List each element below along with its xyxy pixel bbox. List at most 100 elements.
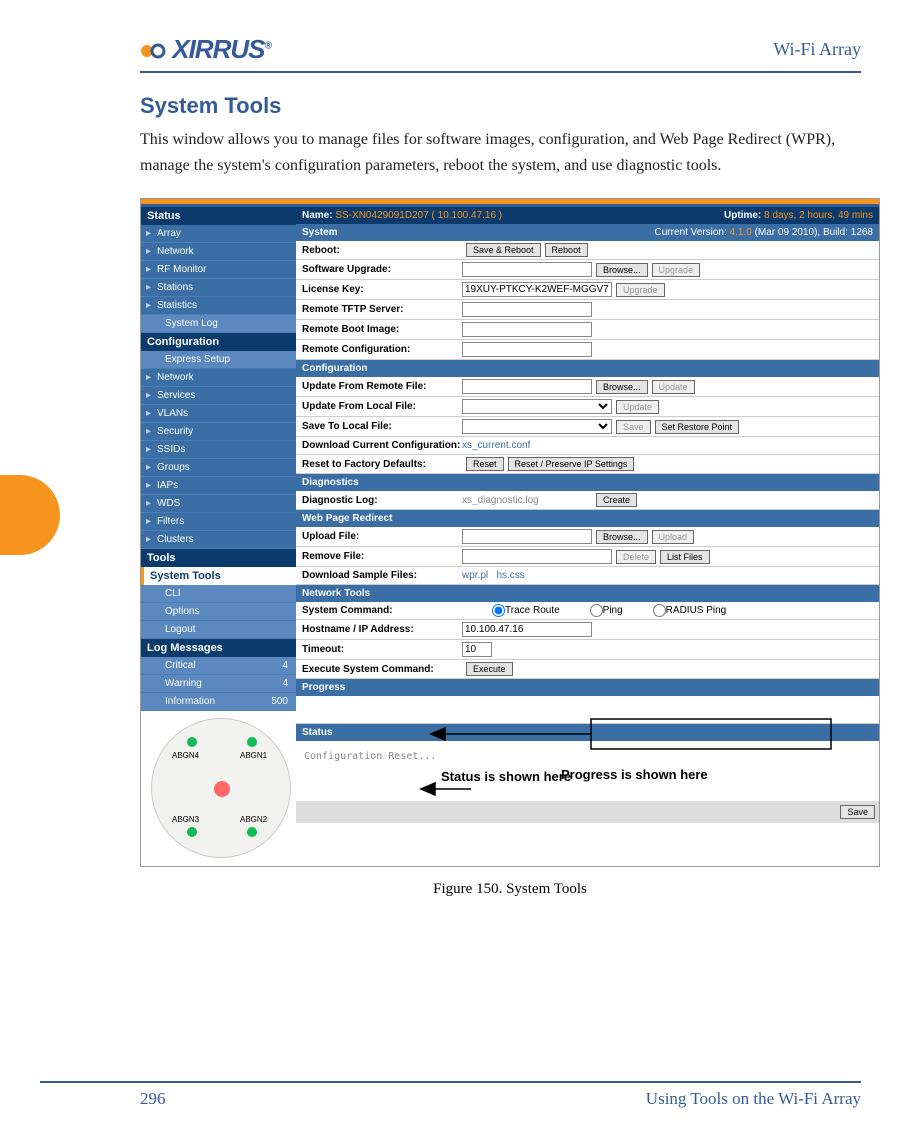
create-diag-button[interactable]: Create <box>596 493 637 507</box>
sidebar: Status ▸Array ▸Network ▸RF Monitor ▸Stat… <box>141 207 296 866</box>
sidebar-item-filters[interactable]: ▸Filters <box>141 513 296 531</box>
row-hostname: Hostname / IP Address: <box>296 620 879 640</box>
tftp-input[interactable] <box>462 302 592 317</box>
license-input[interactable] <box>462 282 612 297</box>
reboot-button[interactable]: Reboot <box>545 243 588 257</box>
sidebar-item-express-setup[interactable]: Express Setup <box>141 351 296 369</box>
upload-wpr-button[interactable]: Upload <box>652 530 695 544</box>
radio-ping[interactable] <box>590 604 603 617</box>
download-conf-link[interactable]: xs_current.conf <box>462 440 530 451</box>
update-local-select[interactable] <box>462 399 612 414</box>
set-restore-button[interactable]: Set Restore Point <box>655 420 740 434</box>
execute-button[interactable]: Execute <box>466 662 513 676</box>
row-sys-command: System Command: Trace Route Ping RADIUS … <box>296 602 879 620</box>
sidebar-header-tools[interactable]: Tools <box>141 549 296 567</box>
row-diag-log: Diagnostic Log: xs_diagnostic.log Create <box>296 491 879 510</box>
sidebar-item-system-log[interactable]: System Log <box>141 315 296 333</box>
row-sw-upgrade: Software Upgrade: Browse... Upgrade <box>296 260 879 280</box>
save-reboot-button[interactable]: Save & Reboot <box>466 243 541 257</box>
boot-input[interactable] <box>462 322 592 337</box>
sidebar-item-system-tools[interactable]: System Tools <box>141 567 296 585</box>
sidebar-row-information[interactable]: Information500 <box>141 693 296 711</box>
upgrade-license-button[interactable]: Upgrade <box>616 283 665 297</box>
intro-text: This window allows you to manage files f… <box>140 127 861 178</box>
page-footer: 296 Using Tools on the Wi-Fi Array <box>40 1081 861 1109</box>
top-bar-name: Name: SS-XN0429091D207 ( 10.100.47.16 ) … <box>296 207 879 224</box>
row-download-conf: Download Current Configuration: xs_curre… <box>296 437 879 455</box>
section-wpr: Web Page Redirect <box>296 510 879 527</box>
page-header: XIRRUS® Wi-Fi Array <box>140 30 861 73</box>
annotation-status: Status is shown here <box>441 769 571 785</box>
sidebar-item-services[interactable]: ▸Services <box>141 387 296 405</box>
delete-wpr-button[interactable]: Delete <box>616 550 656 564</box>
annotation-progress: Progress is shown here <box>561 767 708 783</box>
remote-conf-input[interactable] <box>462 342 592 357</box>
sidebar-row-critical[interactable]: Critical4 <box>141 657 296 675</box>
update-remote-input[interactable] <box>462 379 592 394</box>
timeout-input[interactable] <box>462 642 492 657</box>
sidebar-item-cli[interactable]: CLI <box>141 585 296 603</box>
screenshot-figure: Status ▸Array ▸Network ▸RF Monitor ▸Stat… <box>140 198 880 867</box>
sidebar-item-array[interactable]: ▸Array <box>141 225 296 243</box>
browse-wpr-button[interactable]: Browse... <box>596 530 648 544</box>
sidebar-header-log-messages[interactable]: Log Messages <box>141 639 296 657</box>
top-bar-version: System Current Version: 4.1.0 (Mar 09 20… <box>296 224 879 241</box>
row-update-remote: Update From Remote File: Browse... Updat… <box>296 377 879 397</box>
sw-upgrade-input[interactable] <box>462 262 592 277</box>
browse-button[interactable]: Browse... <box>596 263 648 277</box>
sidebar-item-groups[interactable]: ▸Groups <box>141 459 296 477</box>
sidebar-item-network2[interactable]: ▸Network <box>141 369 296 387</box>
logo: XIRRUS® <box>140 34 271 65</box>
row-execute: Execute System Command: Execute <box>296 660 879 679</box>
wpr-remove-input[interactable] <box>462 549 612 564</box>
list-files-button[interactable]: List Files <box>660 550 710 564</box>
sidebar-item-ssids[interactable]: ▸SSIDs <box>141 441 296 459</box>
logo-text: XIRRUS <box>172 34 264 64</box>
row-save-local: Save To Local File: Save Set Restore Poi… <box>296 417 879 437</box>
wpr-upload-input[interactable] <box>462 529 592 544</box>
row-boot: Remote Boot Image: <box>296 320 879 340</box>
sidebar-row-warning[interactable]: Warning4 <box>141 675 296 693</box>
update-remote-button[interactable]: Update <box>652 380 695 394</box>
browse-remote-button[interactable]: Browse... <box>596 380 648 394</box>
sidebar-item-statistics[interactable]: ▸Statistics <box>141 297 296 315</box>
sidebar-item-clusters[interactable]: ▸Clusters <box>141 531 296 549</box>
save-local-select[interactable] <box>462 419 612 434</box>
sidebar-item-stations[interactable]: ▸Stations <box>141 279 296 297</box>
reset-button[interactable]: Reset <box>466 457 504 471</box>
sidebar-item-vlans[interactable]: ▸VLANs <box>141 405 296 423</box>
radio-trace[interactable] <box>492 604 505 617</box>
array-diagram: ABGN4 ABGN1 ABGN3 ABGN2 <box>151 718 291 858</box>
sidebar-item-logout[interactable]: Logout <box>141 621 296 639</box>
row-wpr-upload: Upload File: Browse... Upload <box>296 527 879 547</box>
diag-log-link[interactable]: xs_diagnostic.log <box>462 495 592 506</box>
row-wpr-remove: Remove File: Delete List Files <box>296 547 879 567</box>
upgrade-button[interactable]: Upgrade <box>652 263 701 277</box>
sidebar-item-options[interactable]: Options <box>141 603 296 621</box>
sidebar-item-iaps[interactable]: ▸IAPs <box>141 477 296 495</box>
radio-radius[interactable] <box>653 604 666 617</box>
save-local-button[interactable]: Save <box>616 420 651 434</box>
row-timeout: Timeout: <box>296 640 879 660</box>
sidebar-item-network[interactable]: ▸Network <box>141 243 296 261</box>
sidebar-header-configuration[interactable]: Configuration <box>141 333 296 351</box>
update-local-button[interactable]: Update <box>616 400 659 414</box>
sidebar-item-security[interactable]: ▸Security <box>141 423 296 441</box>
row-license: License Key: Upgrade <box>296 280 879 300</box>
sidebar-header-status[interactable]: Status <box>141 207 296 225</box>
row-tftp: Remote TFTP Server: <box>296 300 879 320</box>
sidebar-item-wds[interactable]: ▸WDS <box>141 495 296 513</box>
section-configuration: Configuration <box>296 360 879 377</box>
sidebar-item-rf-monitor[interactable]: ▸RF Monitor <box>141 261 296 279</box>
row-remote-conf: Remote Configuration: <box>296 340 879 360</box>
footer-title: Using Tools on the Wi-Fi Array <box>646 1089 861 1109</box>
save-button[interactable]: Save <box>840 805 875 819</box>
hostname-input[interactable] <box>462 622 592 637</box>
page-number: 296 <box>140 1089 166 1109</box>
wpr-link1[interactable]: wpr.pl <box>462 570 488 581</box>
row-update-local: Update From Local File: Update <box>296 397 879 417</box>
section-progress: Progress <box>296 679 879 696</box>
row-reset-factory: Reset to Factory Defaults: Reset Reset /… <box>296 455 879 474</box>
wpr-link2[interactable]: hs.css <box>496 570 524 581</box>
reset-preserve-button[interactable]: Reset / Preserve IP Settings <box>508 457 635 471</box>
